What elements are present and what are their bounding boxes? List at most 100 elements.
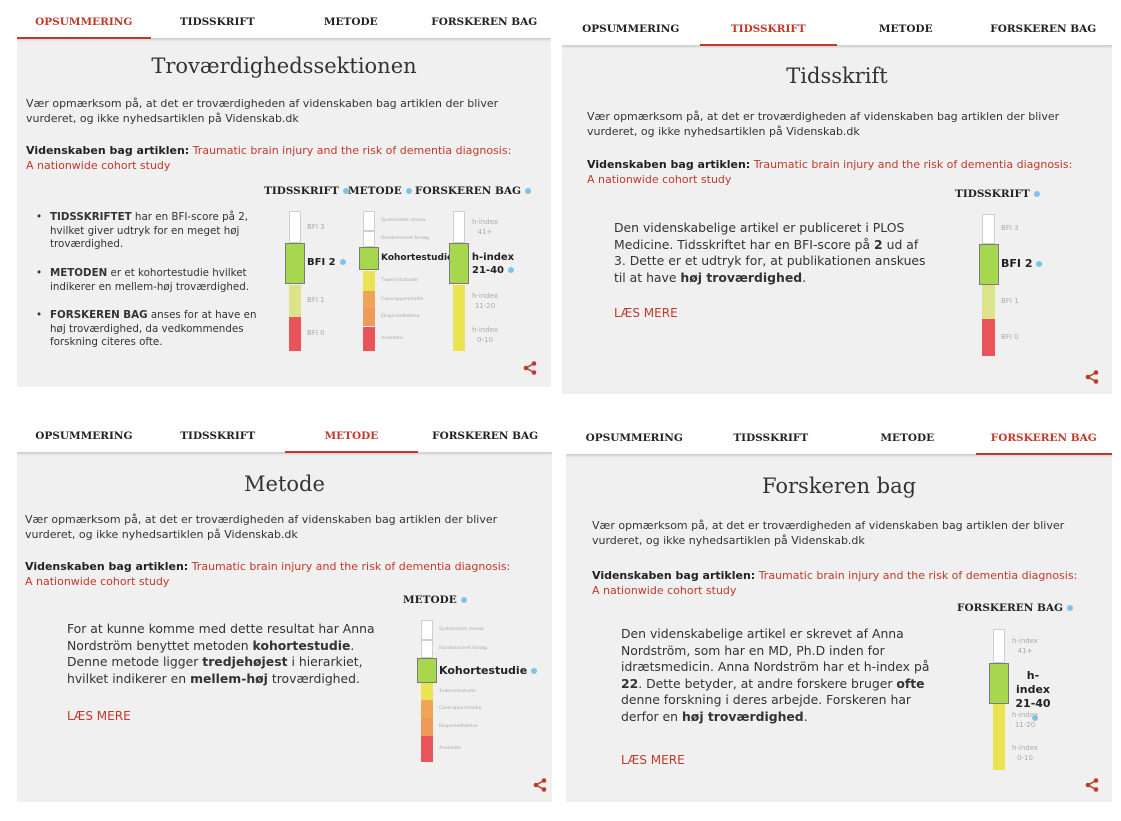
- researcher-panel: OPSUMMERING TIDSSKRIFT METODE FORSKEREN …: [566, 424, 1112, 802]
- scale-segment: [289, 316, 301, 351]
- scale-level-label: Caserapportstudie: [381, 296, 424, 302]
- info-icon[interactable]: [405, 188, 412, 194]
- article-label: Videnskaben bag artiklen:: [587, 158, 751, 171]
- scale-segment: [359, 246, 379, 271]
- scale-level-label: BFI 0: [1001, 332, 1019, 341]
- scale-level-label: Ekspertudtalelse: [439, 724, 478, 730]
- intro-text: Vær opmærksom på, at det er troværdighed…: [26, 97, 499, 125]
- info-icon[interactable]: [531, 667, 538, 674]
- scale-segment: [363, 211, 375, 231]
- tab-method[interactable]: METODE: [284, 422, 419, 453]
- column-head-researcher: FORSKEREN BAG: [415, 185, 532, 197]
- scale-segment: [993, 736, 1005, 770]
- column-head-journal: TIDSSKRIFT: [264, 185, 349, 197]
- article-label: Videnskaben bag artiklen:: [592, 569, 756, 582]
- bullet-method: • METODEN er et kohortestudie hvilket ind…: [36, 267, 250, 293]
- scale-segment: [993, 703, 1005, 737]
- page-title: Troværdighedssektionen: [151, 54, 417, 78]
- page-title: Forskeren bag: [761, 474, 917, 498]
- tab-method[interactable]: METODE: [284, 8, 418, 38]
- tab-summary[interactable]: OPSUMMERING: [17, 8, 151, 39]
- tab-journal[interactable]: TIDSSKRIFT: [151, 422, 285, 452]
- page-title: Metode: [244, 472, 325, 496]
- info-icon[interactable]: [1033, 191, 1040, 197]
- scale-level-label: BFI 3: [1001, 224, 1019, 233]
- method-description: For at kunne komme med dette resultat ha…: [67, 621, 375, 686]
- scale-level-label: BFI 1: [1001, 297, 1019, 306]
- info-icon[interactable]: [1067, 605, 1074, 611]
- scale-segment: [421, 736, 433, 762]
- info-icon[interactable]: [1036, 261, 1043, 268]
- scale-segment: [285, 243, 305, 285]
- selected-level-label: BFI 2: [1001, 257, 1043, 270]
- section-head: FORSKEREN BAG: [957, 602, 1074, 614]
- info-icon[interactable]: [525, 188, 532, 194]
- scale-segment: [289, 284, 301, 317]
- scale-segment: [363, 290, 375, 309]
- tab-journal[interactable]: TIDSSKRIFT: [703, 424, 840, 454]
- researcher-description: Den videnskabelige artikel er skrevet af…: [621, 626, 930, 724]
- info-icon[interactable]: [460, 597, 467, 603]
- scale-segment: [453, 284, 465, 319]
- scale-level-label: Randomiseret forsøg: [381, 235, 429, 241]
- selected-level-label: Kohortestudie: [439, 664, 538, 677]
- tab-summary[interactable]: OPSUMMERING: [562, 15, 700, 45]
- tab-method[interactable]: METODE: [839, 424, 976, 454]
- scale-level-label: h-index 11-20: [471, 292, 499, 311]
- scale-segment: [417, 658, 437, 684]
- scale-segment: [289, 211, 301, 244]
- tab-researcher[interactable]: FORSKEREN BAG: [975, 15, 1113, 45]
- section-head: METODE: [403, 594, 467, 606]
- tab-summary[interactable]: OPSUMMERING: [566, 424, 703, 454]
- scale-level-label: h-index 41+: [1011, 636, 1039, 655]
- scale-level-label: BFI 0: [307, 329, 325, 338]
- read-more-link[interactable]: LÆS MERE: [614, 306, 678, 320]
- article-reference: Videnskaben bag artiklen: Traumatic brai…: [587, 157, 1077, 187]
- article-reference: Videnskaben bag artiklen: Traumatic brai…: [592, 568, 1082, 598]
- scale-level-label: h-index 0-10: [471, 325, 499, 344]
- scale-segment: [421, 620, 433, 640]
- article-reference: Videnskaben bag artiklen: Traumatic brai…: [26, 143, 516, 173]
- selected-level-label: h-index 21-40: [471, 251, 515, 276]
- scale-level-label: Tværsnitsstudie: [381, 277, 418, 283]
- tab-summary[interactable]: OPSUMMERING: [17, 422, 151, 452]
- scale-level-label: Anekdote: [381, 335, 403, 341]
- tab-journal[interactable]: TIDSSKRIFT: [699, 15, 838, 46]
- tab-method[interactable]: METODE: [837, 15, 975, 45]
- scale-segment: [421, 700, 433, 718]
- scale-level-label: h-index 11-20: [1011, 711, 1039, 730]
- scale-segment: [453, 318, 465, 351]
- scale-segment: [982, 214, 995, 244]
- scale-level-label: Systematisk review: [381, 217, 426, 223]
- scale-segment: [449, 243, 469, 285]
- tab-journal[interactable]: TIDSSKRIFT: [151, 8, 285, 38]
- read-more-link[interactable]: LÆS MERE: [621, 753, 685, 767]
- summary-panel: OPSUMMERING TIDSSKRIFT METODE FORSKEREN …: [17, 8, 551, 387]
- share-icon[interactable]: [533, 778, 547, 792]
- share-icon[interactable]: [1085, 778, 1099, 792]
- scale-level-label: BFI 1: [307, 296, 325, 305]
- scale-segment: [363, 270, 375, 291]
- read-more-link[interactable]: LÆS MERE: [67, 709, 131, 723]
- share-icon[interactable]: [1085, 370, 1099, 384]
- method-panel: OPSUMMERING TIDSSKRIFT METODE FORSKEREN …: [17, 422, 552, 802]
- info-icon[interactable]: [507, 266, 514, 273]
- bullet-journal: • TIDSSKRIFTET har en BFI-score på 2, hvi…: [36, 211, 249, 250]
- scale-level-label: Anekdote: [439, 746, 461, 752]
- scale-segment: [978, 243, 999, 285]
- scale-level-label: Randomiseret forsøg: [439, 646, 487, 652]
- column-head-method: METODE: [348, 185, 412, 197]
- scale-level-label: Ekspertudtalelse: [381, 314, 420, 320]
- journal-description: Den videnskabelige artikel er publiceret…: [614, 220, 926, 285]
- page-title: Tidsskrift: [786, 64, 888, 88]
- intro-text: Vær opmærksom på, at det er troværdighed…: [587, 110, 1060, 138]
- share-icon[interactable]: [523, 361, 537, 375]
- scale-segment: [363, 308, 375, 327]
- tab-bar: OPSUMMERING TIDSSKRIFT METODE FORSKEREN …: [562, 15, 1112, 46]
- tab-researcher[interactable]: FORSKEREN BAG: [418, 8, 552, 38]
- intro-text: Vær opmærksom på, at det er troværdighed…: [25, 513, 498, 541]
- tab-researcher[interactable]: FORSKEREN BAG: [418, 422, 552, 452]
- info-icon[interactable]: [339, 259, 346, 266]
- scale-level-label: BFI 3: [307, 222, 325, 231]
- tab-researcher[interactable]: FORSKEREN BAG: [975, 424, 1113, 455]
